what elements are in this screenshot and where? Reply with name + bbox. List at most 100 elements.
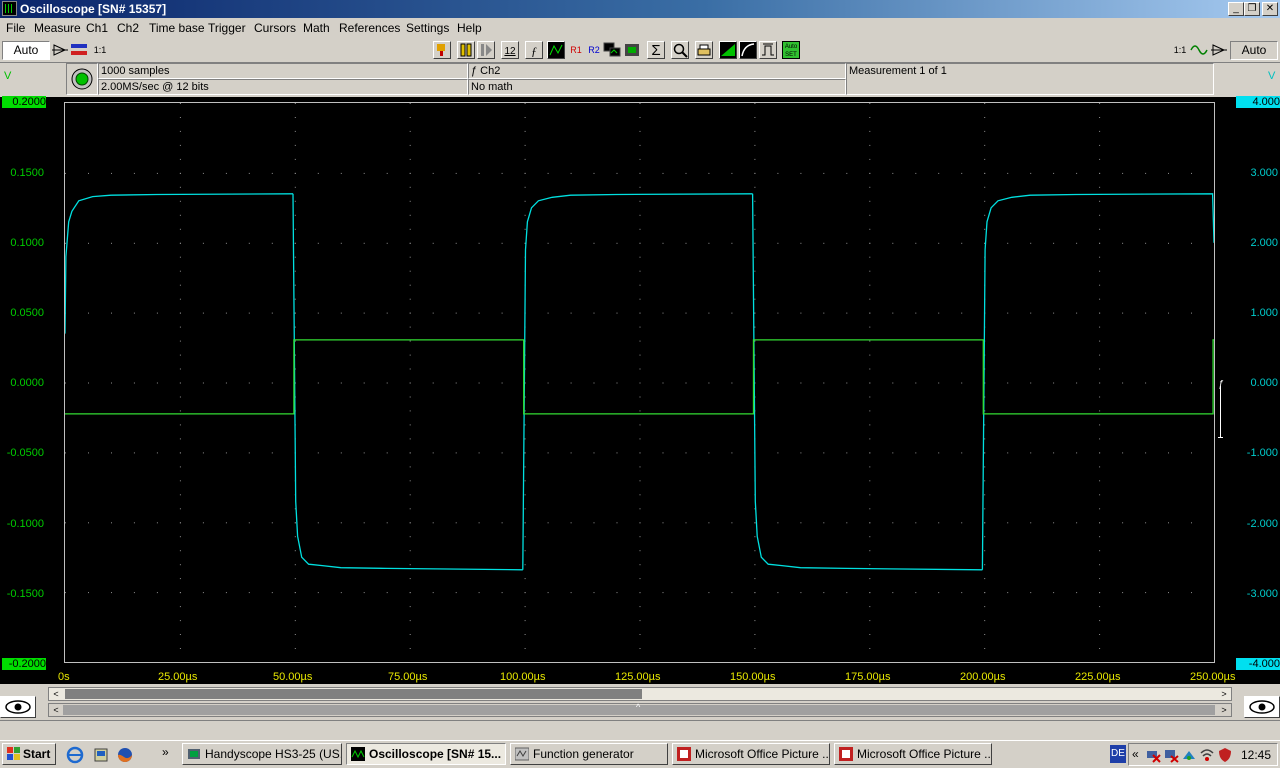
oscilloscope-app-icon[interactable] — [2, 1, 17, 16]
time-scroll-thumb[interactable] — [65, 689, 642, 699]
ch2-sensitivity-icon[interactable] — [1210, 41, 1228, 59]
minimize-button[interactable]: _ — [1228, 2, 1244, 16]
security-shield-icon[interactable] — [1217, 747, 1233, 763]
scroll-right-arrow[interactable]: > — [1217, 688, 1231, 700]
menu-time-base[interactable]: Time base — [149, 21, 205, 35]
menu-settings[interactable]: Settings — [406, 21, 449, 35]
task-picture-manager-1[interactable]: Microsoft Office Picture ... — [672, 743, 830, 765]
pause-icon[interactable] — [457, 41, 475, 59]
zoom-icon[interactable] — [671, 41, 689, 59]
grid-dot — [455, 522, 457, 524]
print-icon[interactable] — [695, 41, 713, 59]
ch2-ratio-button[interactable]: 1:1 — [1170, 41, 1190, 59]
task-function-generator[interactable]: Function generator — [510, 743, 668, 765]
position-scrollbar[interactable]: < ^ > — [48, 702, 1232, 717]
multi-window-icon[interactable] — [603, 41, 621, 59]
menu-ch1[interactable]: Ch1 — [86, 21, 108, 35]
resolution-button[interactable]: 12 — [501, 41, 519, 59]
waveform-plot[interactable] — [65, 103, 1214, 662]
title-bar[interactable]: Oscilloscope [SN# 15357] _ ❐ ✕ — [0, 0, 1280, 18]
grid-dot — [179, 424, 181, 426]
autoset-button[interactable]: Auto SET — [782, 41, 800, 59]
grid-dot — [409, 298, 411, 300]
menu-references[interactable]: References — [339, 21, 400, 35]
xy-plot-icon[interactable] — [547, 41, 565, 59]
tray-expand-chevron[interactable]: « — [1132, 747, 1139, 761]
ch1-visibility-toggle[interactable] — [0, 696, 36, 718]
probe-icon[interactable] — [433, 41, 451, 59]
display-mode-icon[interactable] — [739, 41, 757, 59]
grid-dot — [708, 592, 710, 594]
grid-dot — [409, 340, 411, 342]
hardware-icon[interactable] — [1181, 747, 1197, 763]
grid-dot — [869, 620, 871, 622]
grid-dot — [294, 648, 296, 649]
time-scrollbar[interactable]: < > — [48, 687, 1232, 701]
position-marker[interactable]: ^ — [636, 702, 640, 712]
quicklaunch-chevron[interactable]: » — [162, 745, 169, 759]
menu-bar: File Measure Ch1 Ch2 Time base Trigger C… — [0, 18, 1280, 38]
grid-dot — [938, 242, 940, 244]
sum-button[interactable]: Σ — [647, 41, 665, 59]
task-picture-manager-2[interactable]: Microsoft Office Picture ... — [834, 743, 992, 765]
ch2-coupling-icon[interactable] — [1190, 41, 1208, 59]
record-icon[interactable] — [623, 41, 641, 59]
grid-dot — [984, 536, 986, 538]
menu-math[interactable]: Math — [303, 21, 330, 35]
internet-explorer-icon[interactable] — [66, 746, 84, 764]
reference-r2-button[interactable]: R2 — [585, 41, 603, 59]
single-shot-icon[interactable] — [477, 41, 495, 59]
close-button[interactable]: ✕ — [1262, 2, 1278, 16]
channel-select-icon[interactable] — [70, 41, 88, 59]
grid-dot — [409, 284, 411, 286]
menu-cursors[interactable]: Cursors — [254, 21, 296, 35]
menu-measure[interactable]: Measure — [34, 21, 81, 35]
x-tick-5: 125.00µs — [615, 671, 661, 683]
ch2-range-auto-select[interactable]: Auto — [1230, 41, 1278, 60]
grid-dot — [1191, 592, 1192, 594]
grid-dot — [409, 452, 411, 454]
start-button[interactable]: Start — [2, 743, 56, 765]
grid-dot — [685, 172, 687, 174]
menu-trigger[interactable]: Trigger — [208, 21, 246, 35]
right-tick-0: 4.000 — [1236, 96, 1280, 108]
run-indicator[interactable] — [66, 63, 98, 95]
start-label: Start — [23, 747, 51, 761]
position-right-arrow[interactable]: > — [1217, 704, 1231, 716]
ch1-ratio-button[interactable]: 1:1 — [90, 41, 110, 59]
firefox-icon[interactable] — [116, 746, 134, 764]
grid-dot — [1030, 242, 1032, 244]
scope-screen[interactable] — [64, 102, 1215, 663]
grid-dot — [570, 522, 572, 524]
network-icon[interactable] — [1163, 747, 1179, 763]
menu-file[interactable]: File — [6, 21, 25, 35]
wireless-icon[interactable] — [1199, 747, 1215, 763]
network-disconnected-icon[interactable] — [1145, 747, 1161, 763]
grid-dot — [524, 578, 526, 580]
maximize-button[interactable]: ❐ — [1244, 2, 1260, 16]
ch1-range-auto-select[interactable]: Auto — [2, 41, 50, 60]
grid-dot — [1191, 312, 1192, 314]
position-left-arrow[interactable]: < — [49, 704, 63, 716]
task-handyscope[interactable]: Handyscope HS3-25 (US... — [182, 743, 342, 765]
persistence-icon[interactable] — [719, 41, 737, 59]
grid-dot — [1099, 550, 1101, 552]
task-oscilloscope[interactable]: Oscilloscope [SN# 15... — [346, 743, 506, 765]
reference-r1-button[interactable]: R1 — [567, 41, 585, 59]
grid-dot — [409, 648, 411, 649]
grid-dot — [639, 592, 641, 594]
show-desktop-icon[interactable] — [92, 746, 110, 764]
left-tick-0: 0.2000 — [2, 96, 46, 108]
function-icon[interactable]: ƒ — [525, 41, 543, 59]
menu-ch2[interactable]: Ch2 — [117, 21, 139, 35]
ch1-sensitivity-icon[interactable] — [51, 41, 69, 59]
menu-help[interactable]: Help — [457, 21, 482, 35]
left-tick-7: -0.1500 — [6, 588, 44, 600]
grid-dot — [639, 606, 641, 608]
language-indicator[interactable]: DE — [1110, 745, 1126, 763]
ch2-visibility-toggle[interactable] — [1244, 696, 1280, 718]
grid-dot — [570, 592, 572, 594]
grid-dot — [501, 522, 503, 524]
pulse-icon[interactable] — [759, 41, 777, 59]
scroll-left-arrow[interactable]: < — [49, 688, 63, 700]
